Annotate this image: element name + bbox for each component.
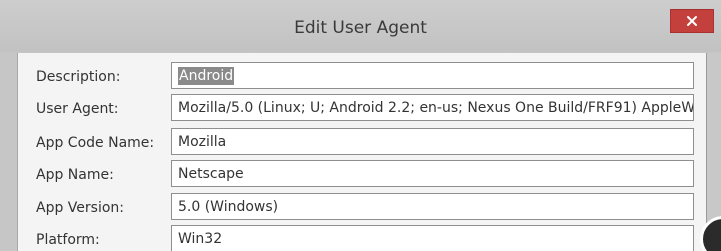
app-version-field[interactable]: 5.0 (Windows) bbox=[171, 193, 694, 220]
app-code-name-label: App Code Name: bbox=[36, 135, 155, 151]
app-version-row: App Version: 5.0 (Windows) bbox=[18, 193, 721, 225]
description-field[interactable]: Android bbox=[171, 62, 694, 89]
app-version-label: App Version: bbox=[36, 200, 124, 216]
dialog-title: Edit User Agent bbox=[294, 18, 427, 38]
user-agent-row: User Agent: Mozilla/5.0 (Linux; U; Andro… bbox=[18, 94, 721, 126]
user-agent-label: User Agent: bbox=[36, 101, 119, 117]
app-code-name-row: App Code Name: Mozilla bbox=[18, 128, 721, 160]
form-panel: Description: Android User Agent: Mozilla… bbox=[17, 53, 721, 251]
close-button[interactable] bbox=[670, 9, 714, 33]
app-name-field[interactable]: Netscape bbox=[171, 160, 694, 187]
title-bar: Edit User Agent bbox=[0, 0, 721, 52]
description-label: Description: bbox=[36, 69, 121, 85]
platform-row: Platform: Win32 bbox=[18, 225, 721, 251]
platform-label: Platform: bbox=[36, 232, 100, 248]
app-name-label: App Name: bbox=[36, 167, 114, 183]
app-name-row: App Name: Netscape bbox=[18, 160, 721, 192]
description-row: Description: Android bbox=[18, 62, 721, 94]
platform-field[interactable]: Win32 bbox=[171, 225, 694, 251]
description-selected-text: Android bbox=[178, 67, 235, 85]
app-code-name-field[interactable]: Mozilla bbox=[171, 128, 694, 155]
edit-user-agent-dialog: Edit User Agent Description: Android Use… bbox=[0, 0, 721, 251]
user-agent-field[interactable]: Mozilla/5.0 (Linux; U; Android 2.2; en-u… bbox=[171, 94, 694, 121]
close-icon bbox=[671, 10, 713, 32]
